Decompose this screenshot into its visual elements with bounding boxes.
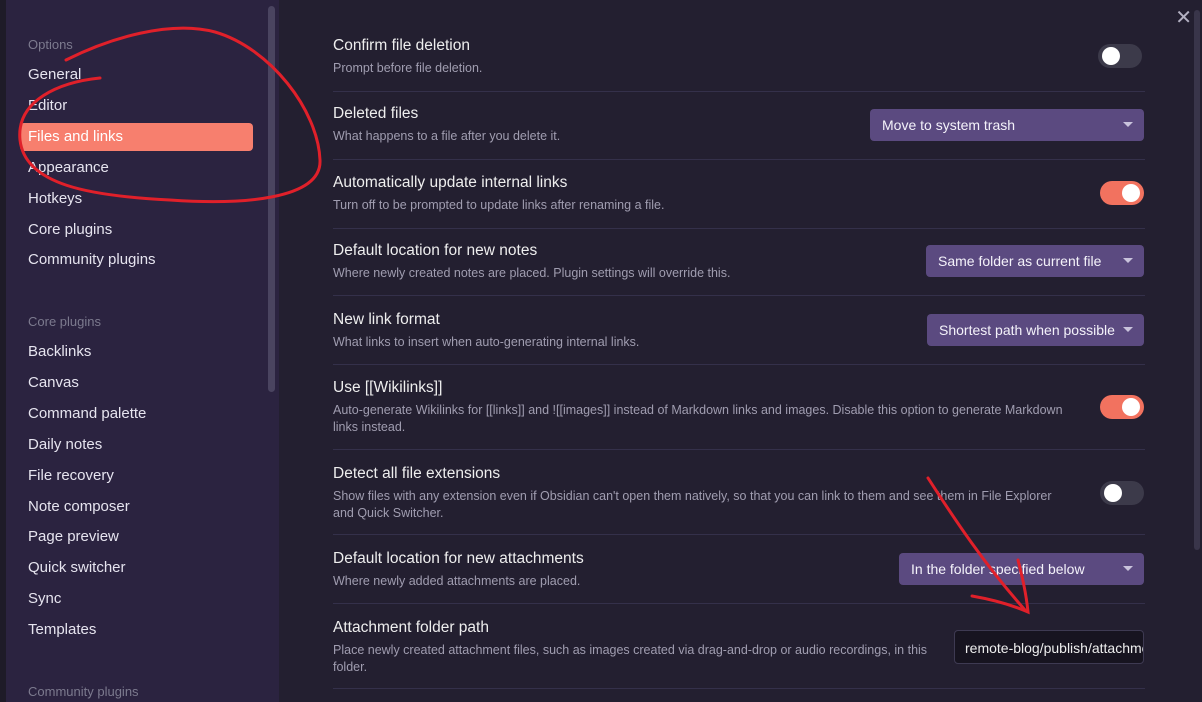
toggle-knob: [1122, 398, 1140, 416]
new-attachments-location-dropdown[interactable]: In the folder specified below: [899, 553, 1144, 585]
setting-name: Use [[Wikilinks]]: [333, 379, 443, 396]
auto-update-links-toggle[interactable]: [1100, 181, 1144, 205]
sidebar-item-daily-notes[interactable]: Daily notes: [20, 431, 253, 459]
dropdown-value: Shortest path when possible: [939, 322, 1115, 338]
sidebar-item-hotkeys[interactable]: Hotkeys: [20, 185, 253, 213]
setting-name: Confirm file deletion: [333, 37, 470, 54]
setting-description: Turn off to be prompted to update links …: [333, 198, 665, 212]
setting-description: Place newly created attachment files, su…: [333, 643, 928, 674]
setting-confirm-file-deletion: Confirm file deletion Prompt before file…: [333, 37, 1145, 92]
setting-description: Show files with any extension even if Ob…: [333, 489, 1052, 520]
toggle-knob: [1102, 47, 1120, 65]
chevron-down-icon: [1123, 566, 1133, 571]
sidebar-scrollbar[interactable]: [268, 6, 275, 392]
sidebar-item-editor[interactable]: Editor: [20, 92, 253, 120]
setting-name: Detect all file extensions: [333, 465, 501, 482]
sidebar-heading-options: Options: [28, 37, 73, 52]
sidebar-item-file-recovery[interactable]: File recovery: [20, 462, 253, 490]
sidebar-item-backlinks[interactable]: Backlinks: [20, 338, 253, 366]
settings-sidebar: Options General Editor Files and links A…: [6, 0, 279, 702]
content-scrollbar[interactable]: [1194, 10, 1200, 550]
sidebar-item-page-preview[interactable]: Page preview: [20, 523, 253, 551]
sidebar-item-community-plugins[interactable]: Community plugins: [20, 246, 253, 274]
sidebar-heading-core-plugins: Core plugins: [28, 314, 101, 329]
sidebar-item-files-and-links[interactable]: Files and links: [20, 123, 253, 151]
sidebar-item-canvas[interactable]: Canvas: [20, 369, 253, 397]
sidebar-item-sync[interactable]: Sync: [20, 585, 253, 613]
setting-description: Prompt before file deletion.: [333, 61, 483, 75]
deleted-files-dropdown[interactable]: Move to system trash: [870, 109, 1144, 141]
new-link-format-dropdown[interactable]: Shortest path when possible: [927, 314, 1144, 346]
settings-content: ✕ Confirm file deletion Prompt before fi…: [279, 0, 1202, 702]
sidebar-item-appearance[interactable]: Appearance: [20, 154, 253, 182]
dropdown-value: Same folder as current file: [938, 253, 1102, 269]
chevron-down-icon: [1123, 122, 1133, 127]
toggle-knob: [1122, 184, 1140, 202]
chevron-down-icon: [1123, 327, 1133, 332]
setting-use-wikilinks: Use [[Wikilinks]] Auto-generate Wikilink…: [333, 379, 1145, 450]
setting-auto-update-links: Automatically update internal links Turn…: [333, 174, 1145, 229]
setting-name: Automatically update internal links: [333, 174, 568, 191]
setting-detect-file-extensions: Detect all file extensions Show files wi…: [333, 465, 1145, 535]
dropdown-value: In the folder specified below: [911, 561, 1085, 577]
toggle-knob: [1104, 484, 1122, 502]
chevron-down-icon: [1123, 258, 1133, 263]
sidebar-item-general[interactable]: General: [20, 61, 253, 89]
sidebar-item-quick-switcher[interactable]: Quick switcher: [20, 554, 253, 582]
sidebar-item-note-composer[interactable]: Note composer: [20, 493, 253, 521]
attachment-folder-path-input[interactable]: remote-blog/publish/attachments: [954, 630, 1144, 664]
setting-description: Auto-generate Wikilinks for [[links]] an…: [333, 403, 1063, 434]
detect-file-extensions-toggle[interactable]: [1100, 481, 1144, 505]
confirm-file-deletion-toggle[interactable]: [1098, 44, 1142, 68]
sidebar-item-templates[interactable]: Templates: [20, 616, 253, 644]
new-notes-location-dropdown[interactable]: Same folder as current file: [926, 245, 1144, 277]
sidebar-heading-community-plugins: Community plugins: [28, 684, 139, 699]
use-wikilinks-toggle[interactable]: [1100, 395, 1144, 419]
close-icon[interactable]: ✕: [1175, 8, 1192, 28]
settings-modal: Options General Editor Files and links A…: [6, 0, 1202, 702]
sidebar-item-core-plugins[interactable]: Core plugins: [20, 216, 253, 244]
dropdown-value: Move to system trash: [882, 117, 1016, 133]
sidebar-item-command-palette[interactable]: Command palette: [20, 400, 253, 428]
